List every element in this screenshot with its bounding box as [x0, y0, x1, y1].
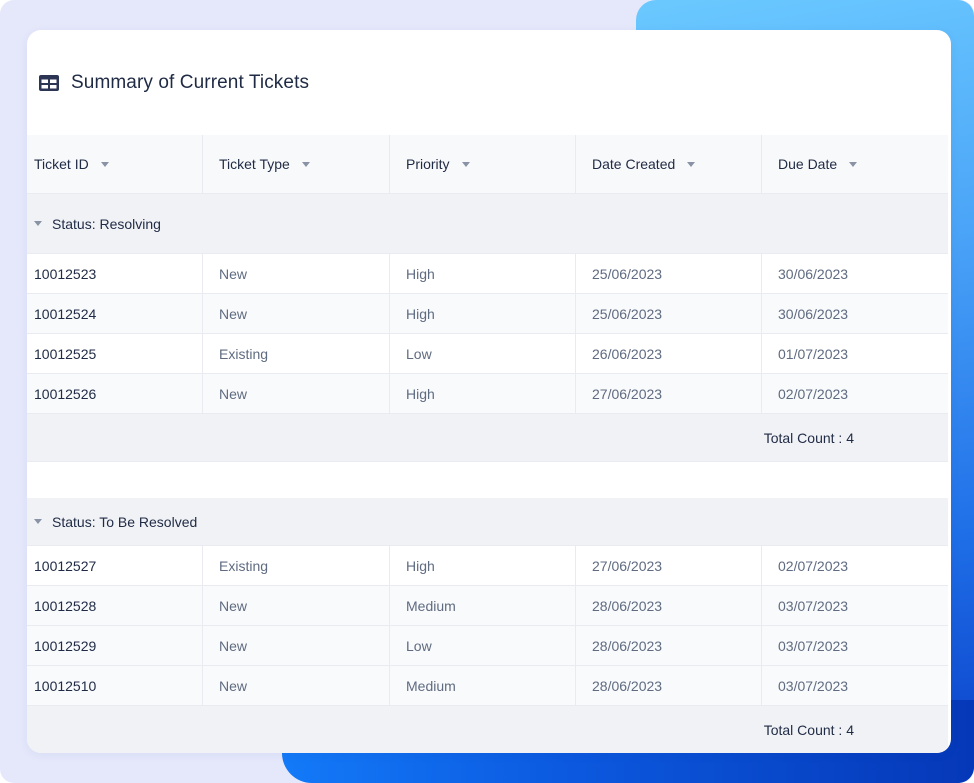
- table-row[interactable]: 10012523 New High 25/06/2023 30/06/2023: [27, 254, 948, 294]
- cell-date-created: 26/06/2023: [576, 334, 762, 373]
- cell-ticket-type: New: [203, 294, 390, 333]
- table-header-row: Ticket ID Ticket Type Priority Date Crea…: [27, 135, 948, 194]
- cell-ticket-id: 10012525: [27, 334, 203, 373]
- column-header-priority[interactable]: Priority: [390, 135, 576, 193]
- cell-due-date: 30/06/2023: [778, 265, 849, 282]
- total-count: Total Count : 4: [763, 721, 854, 738]
- collapse-caret-icon[interactable]: [34, 221, 42, 226]
- sort-caret-icon[interactable]: [849, 161, 858, 167]
- cell-due-date: 01/07/2023: [778, 345, 849, 362]
- cell-ticket-id: 10012523: [27, 254, 203, 293]
- column-header-ticket-id[interactable]: Ticket ID: [27, 135, 203, 193]
- cell-priority: High: [390, 254, 576, 293]
- cell-priority: High: [390, 546, 576, 585]
- tickets-table: Ticket ID Ticket Type Priority Date Crea…: [27, 135, 948, 753]
- table-row[interactable]: 10012528 New Medium 28/06/2023 03/07/202…: [27, 586, 948, 626]
- table-row[interactable]: 10012524 New High 25/06/2023 30/06/2023: [27, 294, 948, 334]
- column-header-label: Priority: [406, 156, 450, 172]
- cell-priority: Low: [390, 626, 576, 665]
- cell-ticket-type: New: [203, 586, 390, 625]
- table-row[interactable]: 10012527 Existing High 27/06/2023 02/07/…: [27, 546, 948, 586]
- cell-ticket-id: 10012527: [27, 546, 203, 585]
- column-header-label: Ticket Type: [219, 156, 290, 172]
- table-row[interactable]: 10012510 New Medium 28/06/2023 03/07/202…: [27, 666, 948, 706]
- cell-ticket-id: 10012526: [27, 374, 203, 413]
- cell-ticket-type: New: [203, 254, 390, 293]
- cell-ticket-id: 10012524: [27, 294, 203, 333]
- cell-due-date: 03/07/2023: [778, 677, 849, 694]
- cell-priority: Low: [390, 334, 576, 373]
- group-spacer: [27, 462, 948, 498]
- group-label: Status: To Be Resolved: [52, 513, 198, 530]
- cell-ticket-type: New: [203, 374, 390, 413]
- sort-caret-icon[interactable]: [687, 161, 696, 167]
- group-row-to-be-resolved[interactable]: Status: To Be Resolved: [27, 498, 948, 546]
- cell-priority: High: [390, 374, 576, 413]
- sort-caret-icon[interactable]: [301, 161, 310, 167]
- total-count: Total Count : 4: [763, 429, 854, 446]
- cell-priority: High: [390, 294, 576, 333]
- cell-date-created: 28/06/2023: [576, 666, 762, 705]
- cell-date-created: 28/06/2023: [576, 586, 762, 625]
- cell-ticket-id: 10012528: [27, 586, 203, 625]
- cell-date-created: 25/06/2023: [576, 294, 762, 333]
- cell-due-date: 02/07/2023: [778, 557, 849, 574]
- table-row[interactable]: 10012529 New Low 28/06/2023 03/07/2023: [27, 626, 948, 666]
- column-header-due-date[interactable]: Due Date: [762, 135, 948, 193]
- cell-ticket-type: New: [203, 626, 390, 665]
- sort-caret-icon[interactable]: [100, 161, 109, 167]
- collapse-caret-icon[interactable]: [34, 519, 42, 524]
- table-row[interactable]: 10012526 New High 27/06/2023 02/07/2023: [27, 374, 948, 414]
- cell-date-created: 27/06/2023: [576, 546, 762, 585]
- cell-ticket-type: Existing: [203, 546, 390, 585]
- column-header-label: Due Date: [778, 156, 838, 172]
- cell-ticket-type: Existing: [203, 334, 390, 373]
- table-row[interactable]: 10012525 Existing Low 26/06/2023 01/07/2…: [27, 334, 948, 374]
- page-title: Summary of Current Tickets: [71, 72, 310, 93]
- column-header-ticket-type[interactable]: Ticket Type: [203, 135, 390, 193]
- cell-due-date: 30/06/2023: [778, 305, 849, 322]
- column-header-label: Ticket ID: [34, 156, 89, 172]
- cell-ticket-type: New: [203, 666, 390, 705]
- table-icon: [39, 75, 59, 91]
- group-total-row: Total Count : 4: [27, 414, 948, 462]
- column-header-label: Date Created: [592, 156, 676, 172]
- card-header: Summary of Current Tickets: [39, 70, 309, 96]
- cell-priority: Medium: [390, 666, 576, 705]
- cell-due-date: 03/07/2023: [778, 597, 849, 614]
- cell-date-created: 28/06/2023: [576, 626, 762, 665]
- tickets-card: Summary of Current Tickets Ticket ID Tic…: [27, 30, 951, 753]
- cell-due-date: 03/07/2023: [778, 637, 849, 654]
- cell-ticket-id: 10012510: [27, 666, 203, 705]
- cell-date-created: 25/06/2023: [576, 254, 762, 293]
- group-row-resolving[interactable]: Status: Resolving: [27, 194, 948, 254]
- sort-caret-icon[interactable]: [461, 161, 470, 167]
- column-header-date-created[interactable]: Date Created: [576, 135, 762, 193]
- group-total-row: Total Count : 4: [27, 706, 948, 753]
- cell-ticket-id: 10012529: [27, 626, 203, 665]
- group-label: Status: Resolving: [52, 215, 161, 232]
- cell-priority: Medium: [390, 586, 576, 625]
- cell-due-date: 02/07/2023: [778, 385, 849, 402]
- cell-date-created: 27/06/2023: [576, 374, 762, 413]
